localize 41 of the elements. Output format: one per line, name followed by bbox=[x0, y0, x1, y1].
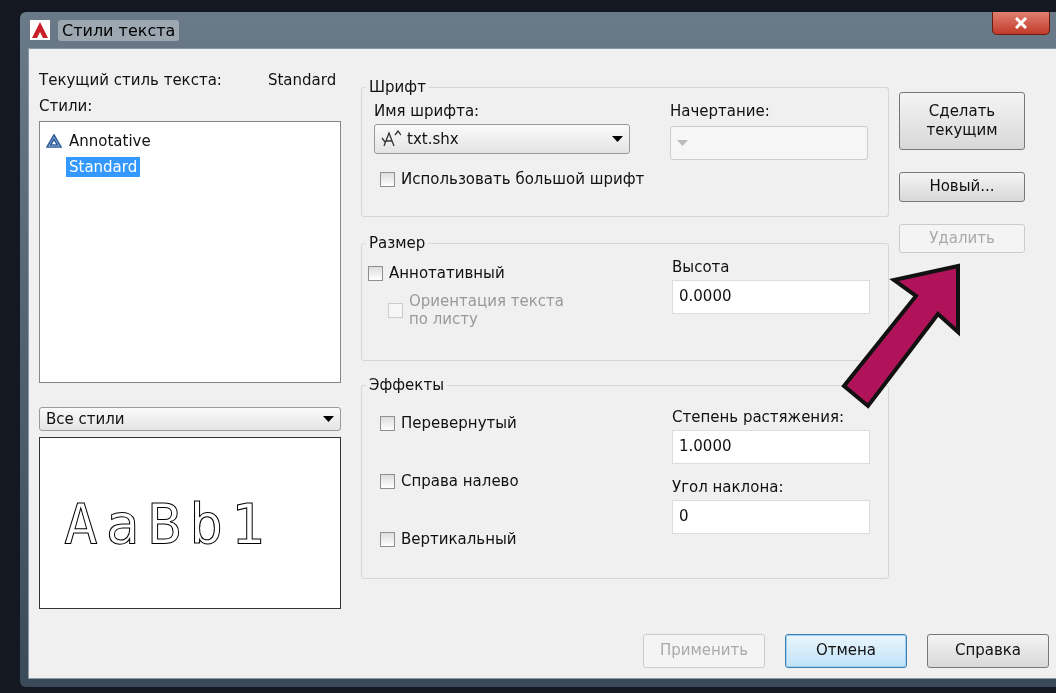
checkbox-label: Ориентация текста по листу bbox=[409, 292, 565, 328]
close-button[interactable] bbox=[992, 12, 1050, 35]
style-list-item[interactable]: Annotative bbox=[66, 131, 154, 151]
side-button[interactable]: Сделать текущим bbox=[899, 92, 1025, 150]
current-style-label: Текущий стиль текста: bbox=[39, 71, 222, 89]
style-filter-dropdown[interactable]: Все стили bbox=[39, 407, 341, 431]
checkbox-label: Вертикальный bbox=[401, 530, 517, 548]
width-factor-field[interactable]: 1.0000 bbox=[672, 430, 870, 464]
checkbox-label: Справа налево bbox=[401, 472, 519, 490]
width-factor-label: Степень растяжения: bbox=[672, 408, 845, 426]
dropdown-caret-icon bbox=[323, 416, 334, 422]
close-icon bbox=[1015, 17, 1027, 29]
dropdown-caret-icon bbox=[612, 136, 623, 142]
group-title: Шрифт bbox=[366, 78, 429, 96]
current-style-value: Standard bbox=[267, 71, 337, 89]
app-logo-icon bbox=[30, 20, 50, 40]
font-icon bbox=[381, 130, 401, 148]
checkbox-label: Перевернутый bbox=[401, 414, 517, 432]
checkbox[interactable] bbox=[380, 171, 395, 187]
checkbox[interactable] bbox=[380, 415, 395, 431]
height-field[interactable]: 0.0000 bbox=[672, 280, 870, 314]
checkbox[interactable] bbox=[368, 265, 383, 281]
oblique-angle-field[interactable]: 0 bbox=[672, 500, 870, 534]
group-title: Размер bbox=[366, 234, 429, 252]
dialog-button[interactable]: Справка bbox=[927, 634, 1049, 668]
checkbox[interactable] bbox=[380, 531, 395, 547]
font-style-label: Начертание: bbox=[670, 102, 771, 120]
dialog-button[interactable]: Отмена bbox=[785, 634, 907, 668]
group-title: Эффекты bbox=[366, 376, 447, 394]
checkbox-label: Использовать большой шрифт bbox=[401, 170, 645, 188]
oblique-angle-label: Угол наклона: bbox=[672, 478, 785, 496]
checkbox[interactable] bbox=[380, 473, 395, 489]
font-name-dropdown[interactable]: txt.shx bbox=[374, 124, 630, 154]
window-title: Стили текста bbox=[58, 19, 180, 41]
styles-label: Стили: bbox=[39, 97, 94, 115]
checkbox-label: Аннотативный bbox=[389, 264, 505, 282]
side-button[interactable]: Новый... bbox=[899, 172, 1025, 202]
dropdown-caret-icon bbox=[677, 140, 688, 146]
preview-text: AaBb1 bbox=[64, 490, 273, 556]
height-label: Высота bbox=[672, 258, 731, 276]
font-name-label: Имя шрифта: bbox=[374, 102, 481, 120]
